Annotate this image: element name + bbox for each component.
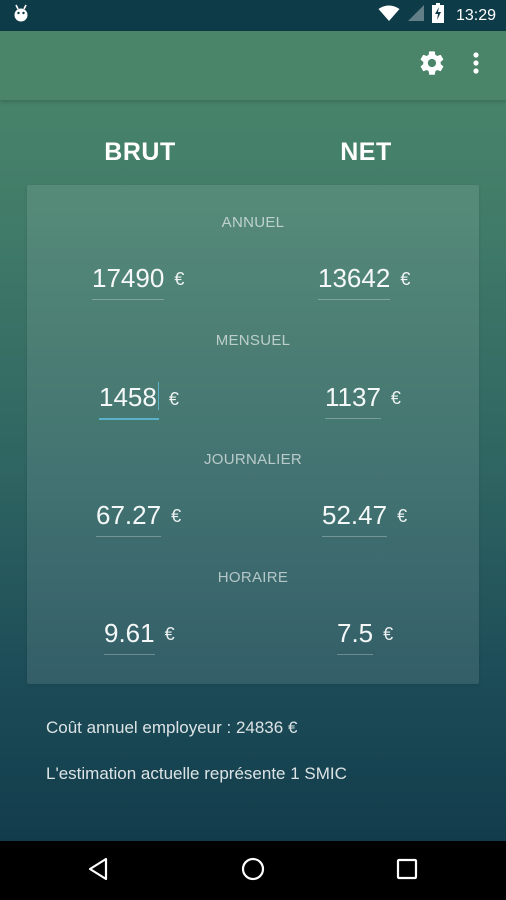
salary-card: ANNUEL 17490 € 13642 € MENSUEL 1458 € 11…: [27, 185, 479, 684]
horaire-net-input[interactable]: 7.5: [337, 618, 374, 655]
app-screen: 13:29 BRUT NET ANNUEL 17490 € 13642 € ME…: [0, 0, 506, 841]
wifi-icon: [378, 5, 400, 27]
mensuel-label: MENSUEL: [215, 332, 291, 349]
employer-cost-text: Coût annuel employeur : 24836 €: [46, 718, 298, 737]
mensuel-net-input[interactable]: 1137: [325, 382, 381, 419]
horaire-brut-input[interactable]: 9.61: [104, 618, 155, 655]
journalier-brut-field[interactable]: 67.27 €: [96, 500, 181, 537]
status-time: 13:29: [455, 6, 496, 24]
annuel-net-field[interactable]: 13642 €: [318, 263, 410, 300]
smic-estimate-text: L'estimation actuelle représente 1 SMIC: [46, 764, 347, 783]
annuel-brut-input[interactable]: 17490: [92, 263, 165, 300]
gear-icon: [418, 49, 446, 82]
back-button[interactable]: [82, 855, 114, 887]
journalier-net-field[interactable]: 52.47 €: [322, 500, 407, 537]
currency-label: €: [390, 388, 401, 408]
android-debug-icon: [12, 3, 30, 28]
journalier-brut-input[interactable]: 67.27: [96, 500, 162, 537]
currency-label: €: [383, 624, 394, 644]
currency-label: €: [400, 269, 411, 289]
back-triangle-icon: [87, 857, 109, 886]
horaire-brut-field[interactable]: 9.61 €: [104, 618, 175, 655]
status-bar: 13:29: [0, 0, 506, 31]
currency-label: €: [164, 624, 175, 644]
settings-button[interactable]: [416, 49, 448, 81]
recents-button[interactable]: [391, 855, 423, 887]
net-header: NET: [340, 138, 392, 166]
recents-square-icon: [396, 858, 418, 885]
mensuel-brut-value: 1458: [99, 382, 157, 412]
mensuel-brut-field[interactable]: 1458 €: [99, 382, 179, 420]
horaire-net-field[interactable]: 7.5 €: [337, 618, 393, 655]
currency-label: €: [168, 389, 179, 409]
journalier-label: JOURNALIER: [203, 451, 303, 468]
annuel-label: ANNUEL: [221, 214, 285, 231]
currency-label: €: [174, 269, 185, 289]
currency-label: €: [397, 506, 408, 526]
home-circle-icon: [241, 857, 265, 886]
navigation-bar: [0, 841, 506, 900]
journalier-net-input[interactable]: 52.47: [322, 500, 388, 537]
battery-charging-icon: [431, 3, 444, 28]
currency-label: €: [171, 506, 182, 526]
toolbar: [0, 31, 506, 100]
horaire-label: HORAIRE: [217, 569, 289, 586]
brut-header: BRUT: [104, 138, 176, 166]
home-button[interactable]: [237, 855, 269, 887]
annuel-brut-field[interactable]: 17490 €: [92, 263, 184, 300]
status-icons: 13:29: [378, 3, 496, 28]
annuel-net-input[interactable]: 13642: [318, 263, 391, 300]
more-options-button[interactable]: [463, 49, 489, 81]
mensuel-brut-input[interactable]: 1458: [99, 382, 159, 420]
text-cursor: [157, 382, 159, 410]
mensuel-net-field[interactable]: 1137 €: [325, 382, 401, 419]
cellular-signal-icon: [407, 5, 424, 26]
more-vert-icon: [472, 51, 480, 80]
